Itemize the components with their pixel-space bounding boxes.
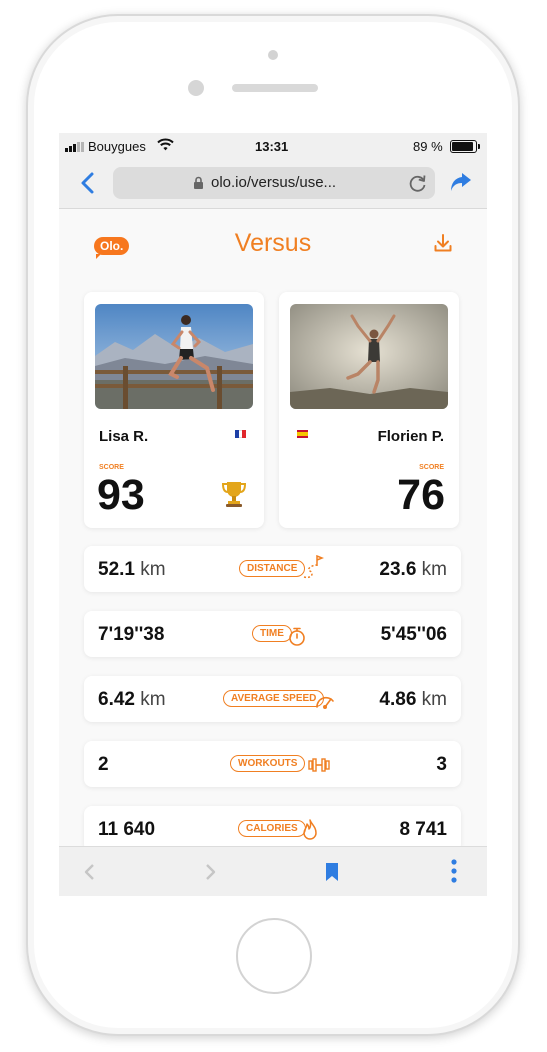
nav-forward-icon[interactable] [205, 864, 217, 880]
stat-label-calories: CALORIES [238, 820, 306, 837]
home-button[interactable] [236, 918, 312, 994]
trophy-icon [221, 482, 247, 507]
player-name: Florien P. [377, 428, 444, 445]
stat-label-workouts: WORKOUTS [230, 755, 306, 772]
lock-icon [194, 176, 203, 189]
page-title: Versus [234, 229, 312, 257]
earpiece-speaker [232, 84, 318, 92]
wifi-icon [157, 138, 174, 151]
player-photo-jumper [290, 304, 448, 409]
stat-label-average-speed: AVERAGE SPEED [223, 690, 325, 707]
route-flag-icon [303, 555, 324, 579]
spain-flag-icon [297, 430, 308, 438]
right-value: 4.86 km [379, 689, 447, 710]
stat-row-workouts[interactable]: 2 WORKOUTS 3 [84, 741, 461, 787]
front-camera [188, 80, 204, 96]
right-value: 3 [436, 754, 447, 775]
share-icon[interactable] [449, 171, 473, 193]
url-text: olo.io/versus/use... [211, 174, 337, 191]
dumbbell-icon [308, 758, 330, 772]
browser-bottom-bar [59, 846, 487, 896]
status-bar: Bouygues 13:31 89 % [59, 133, 487, 159]
proximity-sensor [268, 50, 278, 60]
flame-icon [303, 819, 317, 840]
right-value: 23.6 km [379, 559, 447, 580]
france-flag-icon [235, 430, 247, 438]
app-header: Olo. Versus [59, 209, 487, 285]
more-options-icon[interactable] [451, 859, 457, 883]
back-arrow-icon[interactable] [77, 171, 101, 195]
phone-screen: Bouygues 13:31 89 % olo.io/versus/use... [59, 133, 487, 896]
right-value: 5'45''06 [380, 624, 447, 645]
nav-back-icon[interactable] [83, 864, 95, 880]
score-label: SCORE [419, 464, 444, 471]
score-label: SCORE [99, 464, 124, 471]
reload-icon[interactable] [408, 173, 428, 193]
battery-percentage: 89 % [413, 139, 443, 154]
browser-toolbar: olo.io/versus/use... [59, 159, 487, 209]
bookmark-icon[interactable] [325, 862, 339, 882]
url-field[interactable]: olo.io/versus/use... [113, 167, 435, 199]
left-value: 11 640 [98, 819, 156, 840]
stat-row-distance[interactable]: 52.1 km DISTANCE 23.6 km [84, 546, 461, 592]
stat-label-distance: DISTANCE [239, 560, 306, 577]
stat-label-time: TIME [252, 625, 292, 642]
carrier-name: Bouygues [88, 139, 146, 154]
stopwatch-icon [289, 627, 305, 646]
stat-row-time[interactable]: 7'19''38 TIME 5'45''06 [84, 611, 461, 657]
score-value: 76 [397, 471, 445, 519]
player-photo-runner [95, 304, 253, 409]
signal-strength-icon [65, 142, 84, 152]
left-value: 2 [98, 754, 109, 775]
left-value: 52.1 km [98, 559, 166, 580]
download-icon[interactable] [433, 233, 453, 253]
stat-row-average-speed[interactable]: 6.42 km AVERAGE SPEED 4.86 km [84, 676, 461, 722]
player-card-left[interactable]: Lisa R. SCORE 93 [84, 292, 264, 528]
score-value: 93 [97, 471, 145, 519]
left-value: 7'19''38 [98, 624, 165, 645]
left-value: 6.42 km [98, 689, 166, 710]
battery-icon [450, 140, 480, 153]
right-value: 8 741 [399, 819, 447, 840]
status-time: 13:31 [255, 139, 289, 154]
player-name: Lisa R. [99, 428, 149, 445]
speedometer-icon [316, 696, 334, 709]
player-card-right[interactable]: Florien P. SCORE 76 [279, 292, 459, 528]
